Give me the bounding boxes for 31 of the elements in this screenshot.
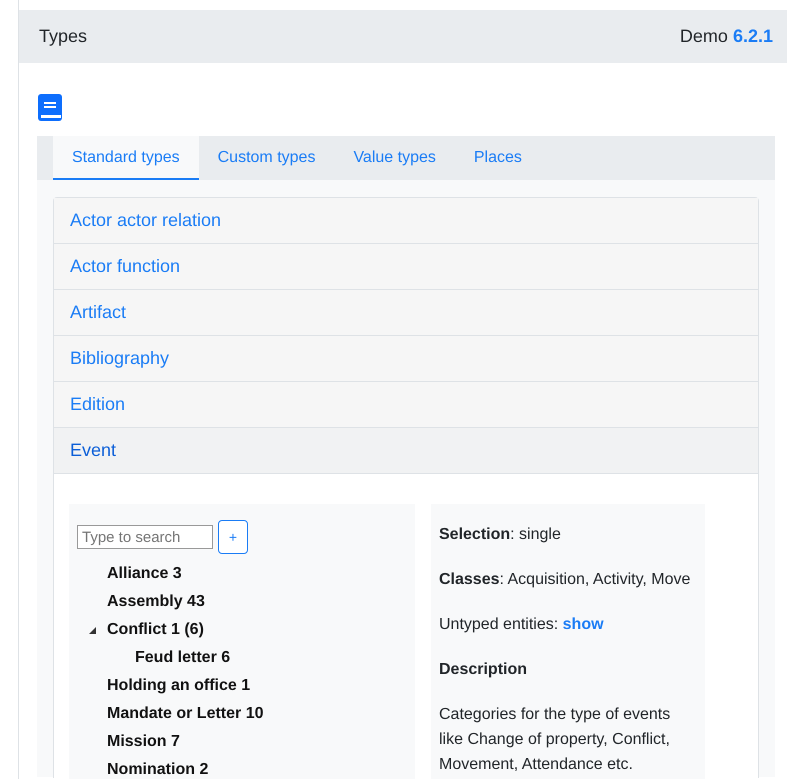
version-link[interactable]: 6.2.1: [732, 26, 773, 46]
tab[interactable]: Value types: [334, 136, 455, 180]
tab[interactable]: Custom types: [198, 136, 334, 180]
description-text: Categories for the type of events like Change of property, Conflict, Movement, Attendance etc.: [439, 705, 672, 775]
page-title: Types: [39, 26, 88, 47]
add-button[interactable]: +: [218, 520, 248, 554]
accordion-header[interactable]: Actor function: [54, 244, 758, 290]
show-link[interactable]: show: [562, 616, 604, 633]
accordion-header[interactable]: Bibliography: [54, 336, 758, 382]
classes-text: Classes: Acquisition, Activity, Move: [439, 570, 692, 590]
tree-item[interactable]: Mandate or Letter 10: [107, 705, 264, 723]
accordion-header[interactable]: Artifact: [54, 290, 758, 336]
expand-caret-icon[interactable]: [88, 626, 96, 634]
untyped-label: Untyped entities:: [439, 616, 558, 633]
tree-item[interactable]: Alliance 3: [107, 565, 182, 583]
accordion-header[interactable]: Actor actor relation: [54, 198, 758, 244]
tree-item[interactable]: Assembly 43: [107, 593, 205, 611]
search-field[interactable]: Type to search: [77, 525, 213, 549]
tree-item[interactable]: Holding an office 1: [107, 677, 250, 695]
tree-item[interactable]: Feud letter 6: [135, 649, 230, 667]
tree-item[interactable]: Conflict 1 (6): [107, 621, 204, 639]
book-icon: [38, 94, 62, 122]
tree-item[interactable]: Mission 7: [107, 733, 180, 751]
selection-text: Selection: single: [439, 525, 562, 545]
accordion-header[interactable]: Event: [54, 428, 758, 474]
description-heading: Description: [439, 660, 528, 680]
accordion-header[interactable]: Edition: [54, 382, 758, 428]
tab[interactable]: Standard types: [53, 136, 199, 180]
tab[interactable]: Places: [454, 136, 541, 180]
product-name: Demo: [680, 26, 728, 46]
tree-item[interactable]: Nomination 2: [107, 761, 208, 779]
